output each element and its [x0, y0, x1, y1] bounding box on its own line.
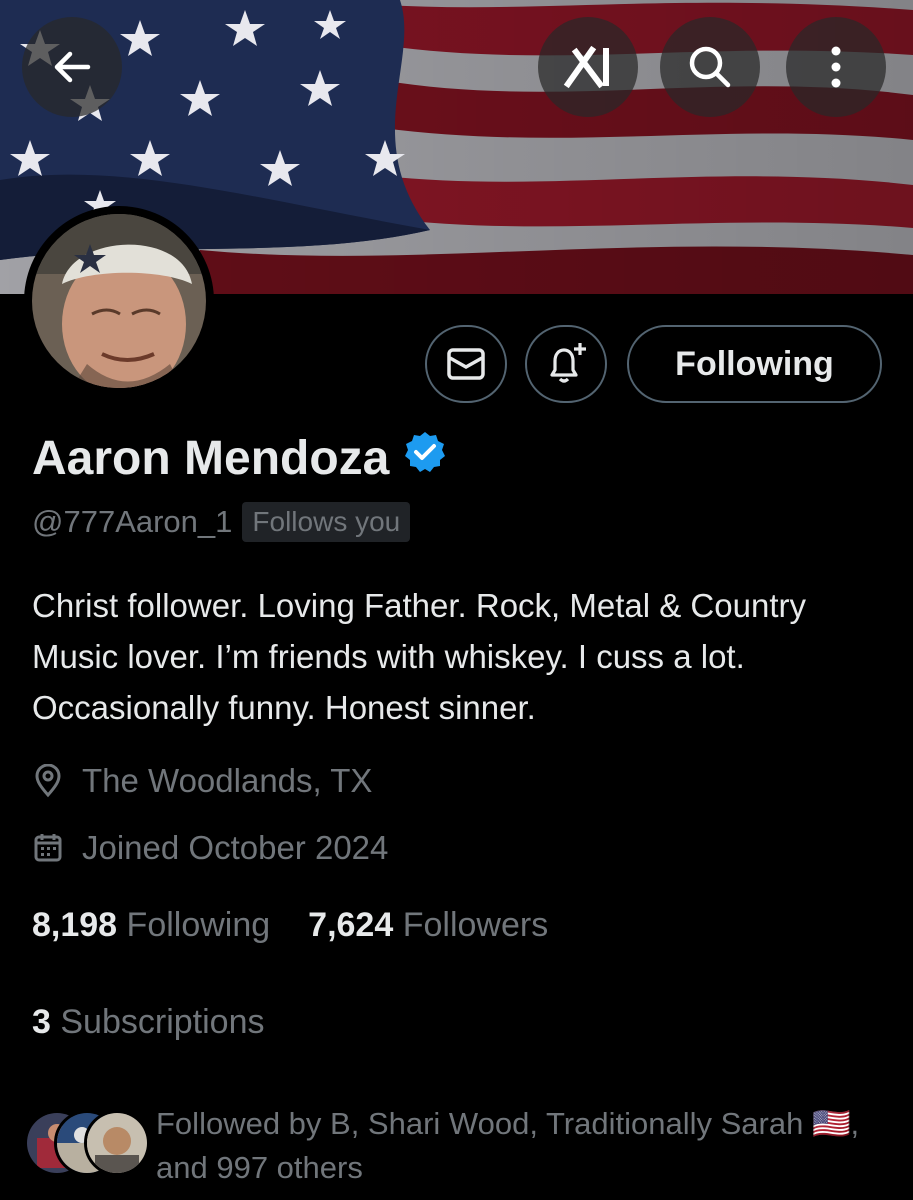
followers-stat-label: Followers [402, 906, 549, 944]
handle: @777Aaron_1 [32, 504, 233, 539]
following-stat-label: Following [126, 906, 271, 944]
search-icon [689, 46, 731, 88]
subscriptions-count: 3 [32, 1003, 51, 1041]
following-button[interactable]: Following [627, 325, 882, 403]
calendar-icon [32, 832, 70, 864]
location-pin-icon [32, 764, 70, 798]
bell-plus-icon [550, 343, 586, 383]
grok-button[interactable] [538, 17, 638, 117]
following-button-label: Following [675, 344, 834, 383]
joined-row: Joined October 2024 [32, 829, 388, 867]
following-stat[interactable]: 8,198 Following [32, 906, 270, 944]
search-button[interactable] [660, 17, 760, 117]
followed-by-text[interactable]: Followed by B, Shari Wood, Traditionally… [156, 1102, 896, 1190]
location-row: The Woodlands, TX [32, 762, 372, 800]
avatar [84, 1110, 150, 1176]
more-vertical-icon [831, 46, 841, 88]
followers-you-know-avatars[interactable] [24, 1110, 150, 1176]
display-name-text: Aaron Mendoza [32, 431, 390, 485]
grok-logo-icon [563, 45, 609, 89]
followed-by-line1: Followed by B, Shari Wood, Traditionally… [156, 1106, 804, 1141]
following-count: 8,198 [32, 906, 118, 944]
location-text: The Woodlands, TX [82, 762, 373, 799]
envelope-icon [447, 348, 485, 380]
handle-row: @777Aaron_1 Follows you [32, 502, 411, 542]
flag-emoji: 🇺🇸 [811, 1106, 851, 1141]
followers-count: 7,624 [308, 906, 394, 944]
followers-stat[interactable]: 7,624 Followers [308, 906, 548, 944]
arrow-left-icon [54, 51, 91, 83]
more-options-button[interactable] [786, 17, 886, 117]
back-button[interactable] [22, 17, 122, 117]
subscriptions-stat[interactable]: 3 Subscriptions [32, 1003, 264, 1042]
follow-stats: 8,198 Following 7,624 Followers [32, 906, 548, 945]
verified-badge-icon[interactable] [403, 430, 447, 486]
bio: Christ follower. Loving Father. Rock, Me… [32, 587, 806, 726]
message-button[interactable] [425, 325, 507, 403]
notifications-button[interactable] [525, 325, 607, 403]
display-name: Aaron Mendoza [32, 430, 447, 486]
avatar[interactable] [24, 206, 214, 396]
follows-you-badge: Follows you [242, 502, 411, 542]
joined-text: Joined October 2024 [82, 829, 389, 866]
subscriptions-label: Subscriptions [60, 1003, 265, 1041]
